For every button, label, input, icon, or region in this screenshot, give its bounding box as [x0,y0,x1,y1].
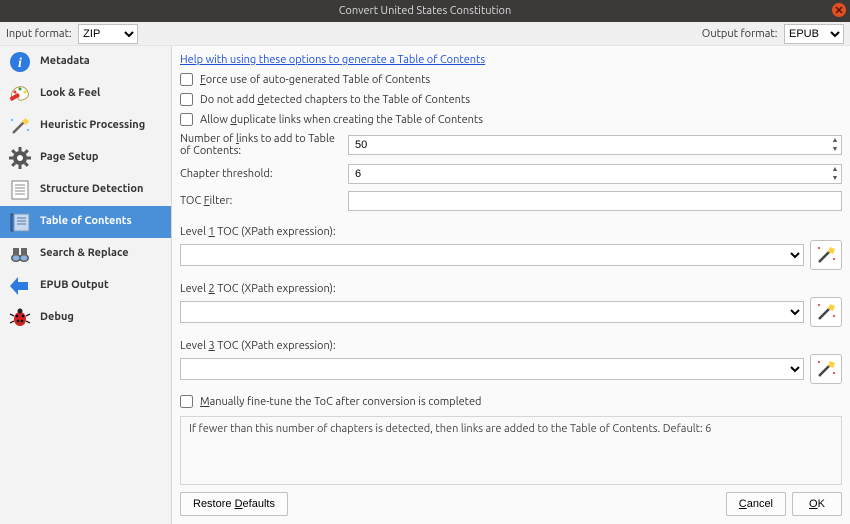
toc2-label: Level 2 TOC (XPath expression): [180,279,842,295]
binoculars-icon [8,242,32,266]
wand-icon [815,358,837,380]
tocfilter-input[interactable] [348,191,842,211]
help-link[interactable]: Help with using these options to generat… [180,54,842,66]
main-panel: Help with using these options to generat… [172,46,850,524]
book-icon [8,210,32,234]
allowdup-checkbox-row[interactable]: Allow duplicate links when creating the … [180,111,842,128]
toc1-select[interactable] [180,244,804,266]
sidebar-item-structure[interactable]: Structure Detection [0,174,171,206]
document-icon [8,178,32,202]
finetune-checkbox-row[interactable]: Manually fine-tune the ToC after convers… [180,393,842,410]
sidebar-item-label: EPUB Output [40,279,109,293]
donotadd-checkbox[interactable] [180,93,193,106]
sidebar-item-label: Look & Feel [40,87,100,101]
sidebar-item-toc[interactable]: Table of Contents [0,206,171,238]
numlinks-spinner[interactable]: ▲▼ [829,136,841,154]
palette-icon [8,82,32,106]
sidebar-item-debug[interactable]: Debug [0,302,171,334]
chapthresh-spinner[interactable]: ▲▼ [829,165,841,183]
sidebar-item-look-feel[interactable]: Look & Feel [0,78,171,110]
finetune-checkbox[interactable] [180,395,193,408]
hint-text: If fewer than this number of chapters is… [180,416,842,485]
force-use-checkbox[interactable] [180,73,193,86]
gear-icon [8,146,32,170]
toc3-select[interactable] [180,358,804,380]
numlinks-label: Number of links to add to Table of Conte… [180,133,340,157]
chapthresh-label: Chapter threshold: [180,168,340,180]
chapthresh-input[interactable] [348,164,842,184]
titlebar: Convert United States Constitution [0,0,850,22]
back-arrow-icon [8,274,32,298]
donotadd-label: Do not add detected chapters to the Tabl… [200,94,470,106]
svg-text:i: i [18,56,22,71]
info-icon: i [8,50,32,74]
ok-button[interactable]: OK [792,492,842,516]
section-sidebar: i Metadata Look & Feel Heuristic Process… [0,46,172,524]
tocfilter-label: TOC Filter: [180,195,340,207]
donotadd-checkbox-row[interactable]: Do not add detected chapters to the Tabl… [180,91,842,108]
toc3-wizard-button[interactable] [810,354,842,384]
sidebar-item-label: Table of Contents [40,215,132,229]
sidebar-item-label: Page Setup [40,151,99,165]
cancel-button[interactable]: Cancel [726,492,786,516]
input-format-select[interactable]: ZIP [78,24,138,44]
sidebar-item-page-setup[interactable]: Page Setup [0,142,171,174]
toc2-wizard-button[interactable] [810,297,842,327]
close-icon [835,6,843,14]
sidebar-item-label: Structure Detection [40,183,143,197]
format-bar: Input format: ZIP Output format: EPUB [0,22,850,46]
wand-icon [815,244,837,266]
wand-icon [8,114,32,138]
sidebar-item-label: Search & Replace [40,247,129,261]
toc3-label: Level 3 TOC (XPath expression): [180,336,842,352]
restore-defaults-button[interactable]: Restore Defaults [180,492,288,516]
window-title: Convert United States Constitution [339,5,512,17]
bug-icon [8,306,32,330]
toc1-wizard-button[interactable] [810,240,842,270]
numlinks-input[interactable] [348,135,842,155]
toc2-select[interactable] [180,301,804,323]
sidebar-item-label: Heuristic Processing [40,119,145,133]
sidebar-item-metadata[interactable]: i Metadata [0,46,171,78]
sidebar-item-epub-output[interactable]: EPUB Output [0,270,171,302]
output-format-label: Output format: [702,28,778,40]
allowdup-label: Allow duplicate links when creating the … [200,114,483,126]
force-use-label: Force use of auto-generated Table of Con… [200,74,430,86]
toc1-label: Level 1 TOC (XPath expression): [180,222,842,238]
finetune-label: Manually fine-tune the ToC after convers… [200,396,481,408]
allowdup-checkbox[interactable] [180,113,193,126]
sidebar-item-search-replace[interactable]: Search & Replace [0,238,171,270]
sidebar-item-label: Debug [40,311,74,325]
output-format-select[interactable]: EPUB [784,24,844,44]
force-use-checkbox-row[interactable]: Force use of auto-generated Table of Con… [180,71,842,88]
input-format-label: Input format: [6,28,72,40]
sidebar-item-label: Metadata [40,55,90,69]
wand-icon [815,301,837,323]
sidebar-item-heuristic[interactable]: Heuristic Processing [0,110,171,142]
window-close-button[interactable] [832,3,846,17]
